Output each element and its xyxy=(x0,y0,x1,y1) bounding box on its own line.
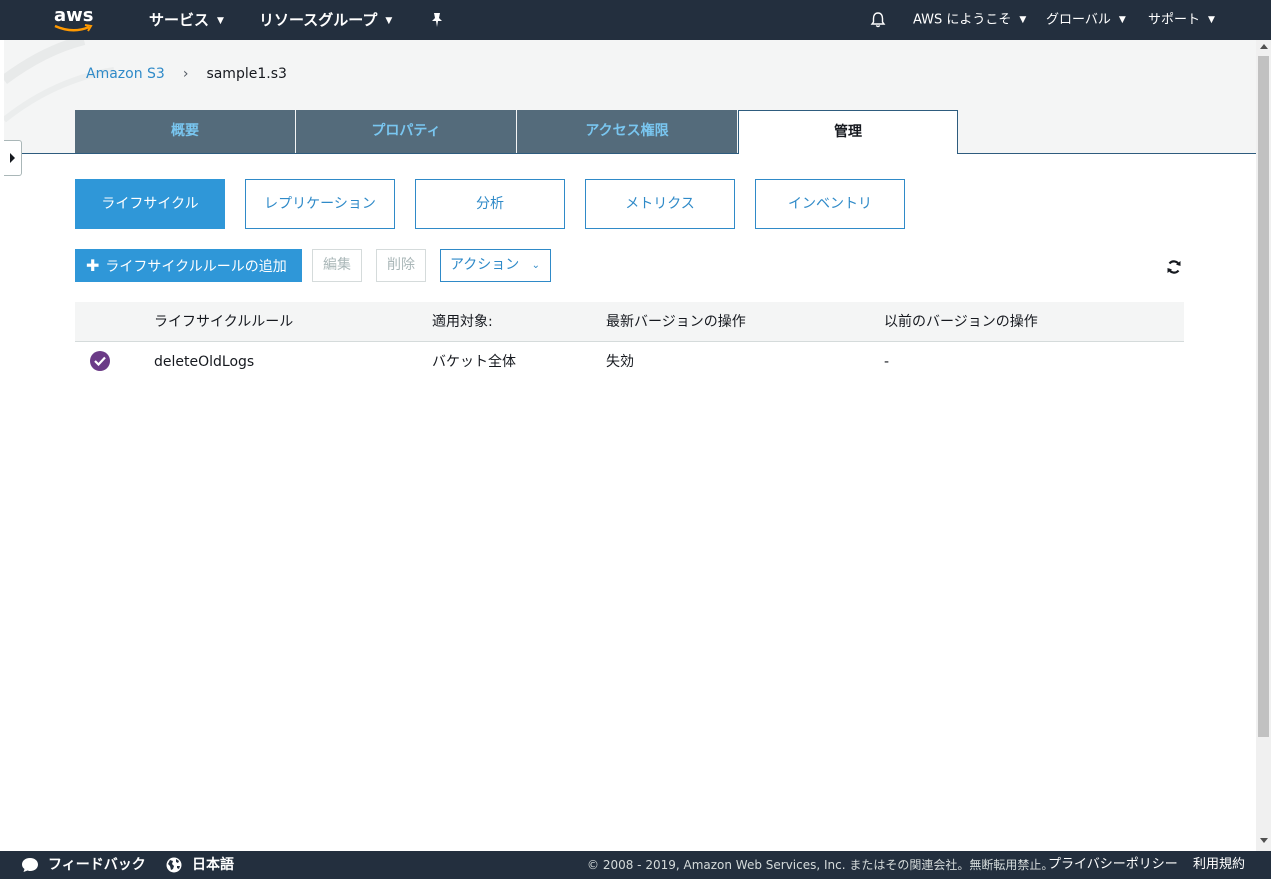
table-row[interactable]: deleteOldLogs バケット全体 失効 - xyxy=(75,342,1184,382)
chevron-down-icon: ⌄ xyxy=(531,260,540,271)
subtab-replication[interactable]: レプリケーション xyxy=(245,179,395,229)
top-navigation: aws サービス ▼ リソースグループ ▼ AWS にようこそ ▼ グローバル ▼ サポ… xyxy=(0,0,1271,40)
feedback-link[interactable]: フィードバック xyxy=(48,851,146,879)
globe-icon xyxy=(166,857,182,878)
tab-management[interactable]: 管理 xyxy=(738,110,958,154)
aws-smile-icon xyxy=(54,24,93,32)
rule-name-cell: deleteOldLogs xyxy=(154,354,255,370)
language-selector[interactable]: 日本語 xyxy=(192,851,234,879)
table-header: ライフサイクルルール 適用対象: 最新バージョンの操作 以前のバージョンの操作 xyxy=(75,302,1184,342)
subtab-analytics[interactable]: 分析 xyxy=(415,179,565,229)
region-menu[interactable]: グローバル ▼ xyxy=(1046,0,1126,40)
aws-logo[interactable]: aws xyxy=(53,4,97,36)
actions-label: アクション xyxy=(450,257,520,273)
support-label: サポート xyxy=(1148,12,1201,28)
footer: フィードバック 日本語 © 2008 - 2019, Amazon Web Se… xyxy=(0,851,1271,879)
subtab-inventory[interactable]: インベントリ xyxy=(755,179,905,229)
terms-link[interactable]: 利用規約 xyxy=(1193,851,1245,879)
bell-icon[interactable] xyxy=(869,11,887,29)
tab-overview[interactable]: 概要 xyxy=(75,110,295,153)
breadcrumb-separator: › xyxy=(182,66,189,82)
tab-permissions[interactable]: アクセス権限 xyxy=(517,110,737,153)
vertical-scrollbar[interactable] xyxy=(1256,40,1271,851)
privacy-policy-link[interactable]: プライバシーポリシー xyxy=(1048,851,1178,879)
aws-logo-text: aws xyxy=(54,5,94,26)
region-label: グローバル xyxy=(1046,12,1111,28)
account-label: AWS にようこそ xyxy=(913,12,1012,28)
subtab-lifecycle[interactable]: ライフサイクル xyxy=(75,179,225,229)
chevron-down-icon: ▼ xyxy=(1118,15,1126,25)
breadcrumb: Amazon S3 › sample1.s3 xyxy=(86,66,287,82)
account-menu[interactable]: AWS にようこそ ▼ xyxy=(913,0,1026,40)
previous-action-cell: - xyxy=(884,354,890,370)
chevron-down-icon: ▼ xyxy=(1019,15,1027,25)
speech-bubble-icon xyxy=(21,857,39,878)
copyright-text: © 2008 - 2019, Amazon Web Services, Inc.… xyxy=(587,858,1054,872)
breadcrumb-root-link[interactable]: Amazon S3 xyxy=(86,66,165,82)
scope-cell: バケット全体 xyxy=(432,354,516,370)
column-header-rule[interactable]: ライフサイクルルール xyxy=(154,302,293,342)
caret-right-icon xyxy=(10,153,15,163)
column-header-current-action[interactable]: 最新バージョンの操作 xyxy=(606,302,746,342)
services-menu[interactable]: サービス ▼ xyxy=(149,0,224,40)
services-label: サービス xyxy=(149,11,210,29)
resource-groups-label: リソースグループ xyxy=(259,11,378,29)
chevron-down-icon: ▼ xyxy=(217,15,224,26)
column-header-previous-action[interactable]: 以前のバージョンの操作 xyxy=(884,302,1038,342)
resource-groups-menu[interactable]: リソースグループ ▼ xyxy=(259,0,392,40)
delete-button[interactable]: 削除 xyxy=(376,249,426,282)
breadcrumb-current: sample1.s3 xyxy=(206,66,287,82)
add-lifecycle-rule-label: ライフサイクルルールの追加 xyxy=(105,259,287,275)
scrollbar-thumb[interactable] xyxy=(1258,56,1269,737)
plus-icon: ✚ xyxy=(86,256,100,275)
edit-button[interactable]: 編集 xyxy=(312,249,362,282)
actions-dropdown[interactable]: アクション ⌄ xyxy=(440,249,551,282)
pin-icon[interactable] xyxy=(430,12,444,28)
refresh-icon[interactable] xyxy=(1166,259,1182,275)
subtab-metrics[interactable]: メトリクス xyxy=(585,179,735,229)
lifecycle-rules-table: ライフサイクルルール 適用対象: 最新バージョンの操作 以前のバージョンの操作 … xyxy=(75,302,1184,382)
add-lifecycle-rule-button[interactable]: ✚ ライフサイクルルールの追加 xyxy=(75,249,302,282)
chevron-down-icon: ▼ xyxy=(385,15,393,26)
main-content: Amazon S3 › sample1.s3 概要 プロパティ アクセス権限 管理 … xyxy=(4,40,1256,851)
check-circle-icon[interactable] xyxy=(90,351,110,371)
bucket-header: Amazon S3 › sample1.s3 概要 プロパティ アクセス権限 管理 xyxy=(4,40,1256,154)
scroll-up-icon[interactable] xyxy=(1260,44,1268,49)
tab-properties[interactable]: プロパティ xyxy=(296,110,516,153)
current-action-cell: 失効 xyxy=(606,354,634,370)
sidebar-toggle[interactable] xyxy=(4,140,22,176)
chevron-down-icon: ▼ xyxy=(1208,15,1215,25)
column-header-scope[interactable]: 適用対象: xyxy=(432,302,493,342)
support-menu[interactable]: サポート ▼ xyxy=(1148,0,1215,40)
scroll-down-icon[interactable] xyxy=(1260,838,1268,843)
